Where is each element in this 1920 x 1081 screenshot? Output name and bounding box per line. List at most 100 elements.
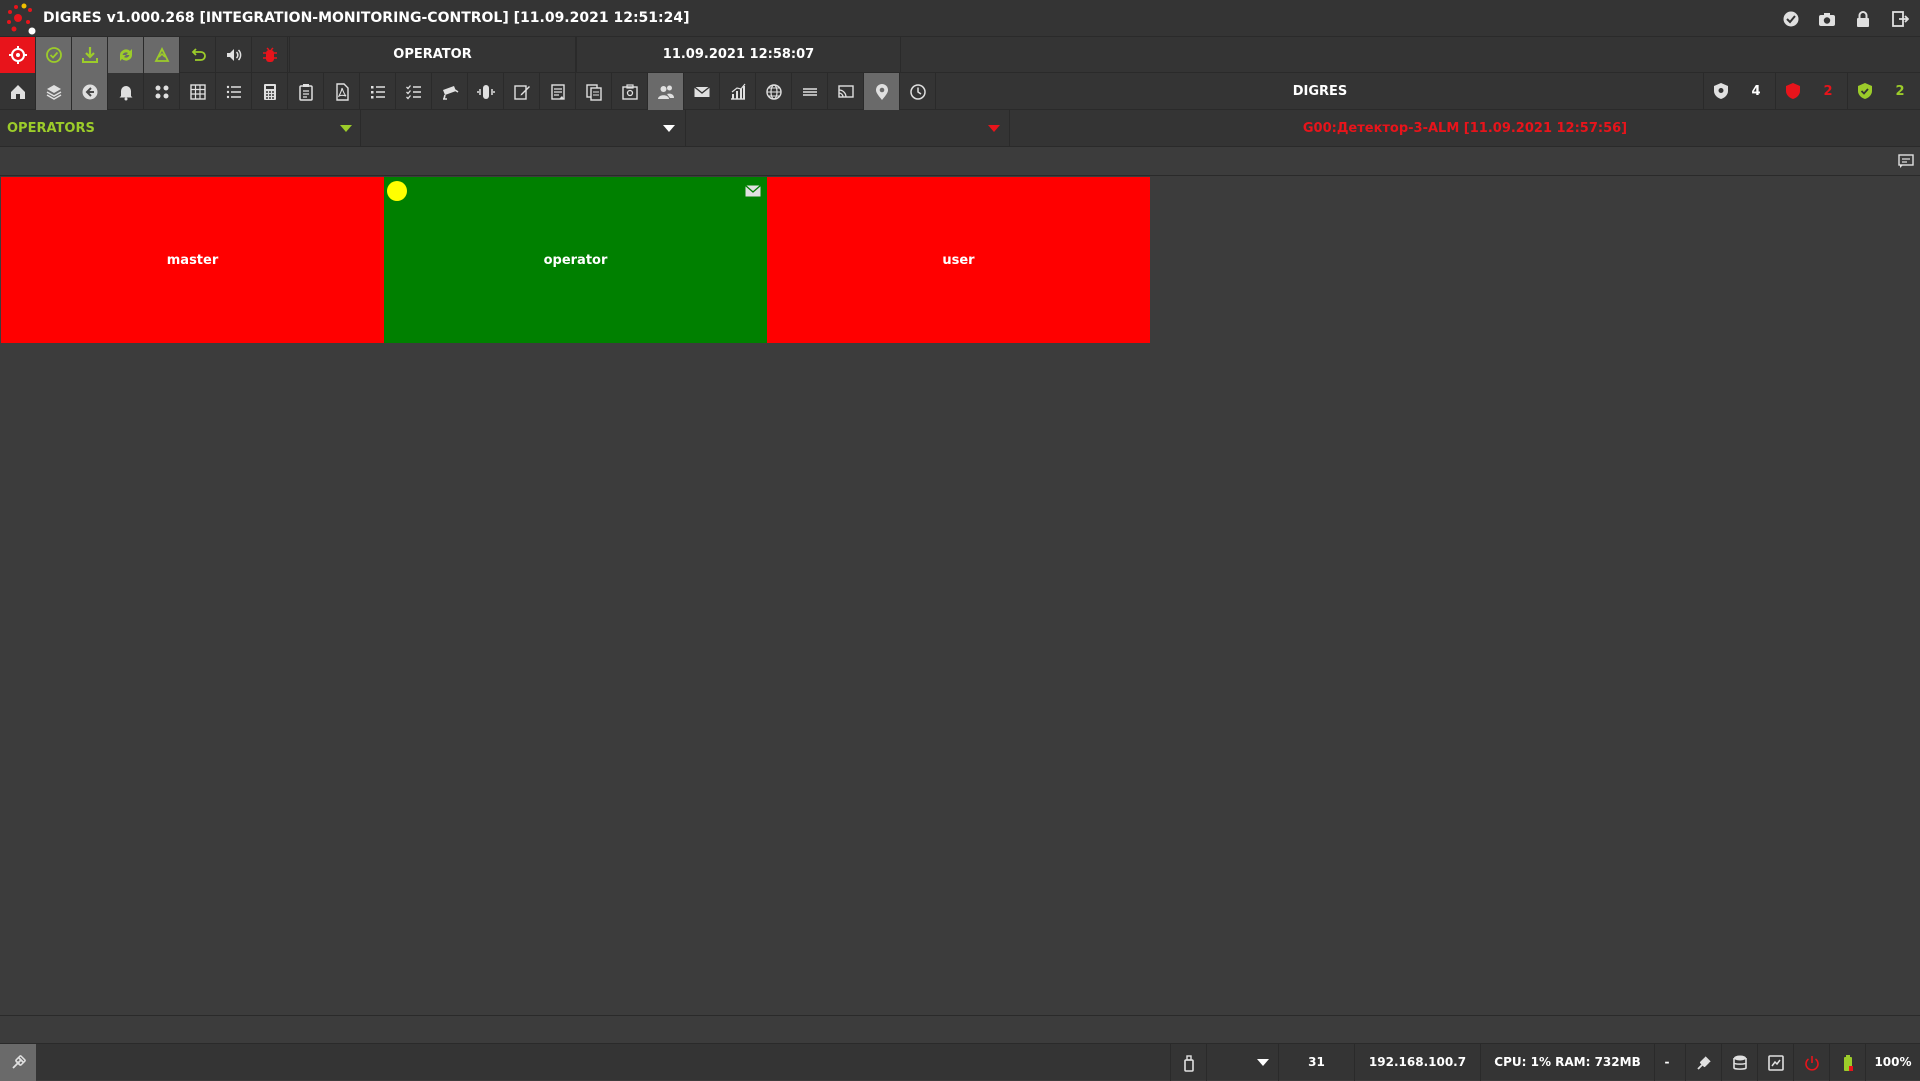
download-button[interactable] [72,37,108,73]
cast-button[interactable] [828,73,864,110]
operator-tile-master[interactable]: master [1,177,384,343]
filter-bar: OPERATORS G00:Детектор-3-ALM [11.09.2021… [0,110,1920,147]
operator-tile-operator[interactable]: operator [384,177,767,343]
status-dot-icon [387,181,407,201]
grid-dots-button[interactable] [144,73,180,110]
sound-button[interactable] [216,37,252,73]
display-button[interactable] [1757,1044,1793,1081]
target-button[interactable] [0,37,36,73]
camera-cctv-button[interactable] [432,73,468,110]
lines-button[interactable] [792,73,828,110]
counter-total[interactable]: 4 [1703,73,1775,110]
connection-button[interactable] [1685,1044,1721,1081]
globe-icon [765,83,782,100]
map-pin-button[interactable] [864,73,900,110]
edit-button[interactable] [504,73,540,110]
monitor-icon [1767,1054,1784,1071]
recycle-button[interactable] [144,37,180,73]
clock-button[interactable] [900,73,936,110]
last-alarm-message[interactable]: G00:Детектор-3-ALM [11.09.2021 12:57:56] [1010,110,1920,147]
target-icon [8,46,27,64]
operator-tile-name: user [942,252,975,268]
logout-icon[interactable] [1891,10,1910,28]
operator-tile-user[interactable]: user [767,177,1150,343]
chevron-down-icon [663,125,675,132]
database-button[interactable] [1721,1044,1757,1081]
bullet-list-icon [370,85,385,98]
shield-icon [1714,83,1728,99]
shield-alert-icon [1786,83,1800,99]
statusbar-dropdown[interactable] [1206,1044,1278,1081]
operator-tile-name: master [166,252,219,268]
grid-dots-icon [155,85,168,98]
power-icon [1804,1055,1819,1071]
audio-button[interactable] [468,73,504,110]
power-button[interactable] [1793,1044,1829,1081]
plugin-button[interactable] [0,1044,36,1081]
screenshot-icon [621,83,638,100]
bug-button[interactable] [252,37,288,73]
third-dropdown[interactable] [686,110,1010,147]
lock-icon[interactable] [1854,10,1872,28]
usb-icon [1183,1054,1194,1072]
chevron-down-icon [1257,1059,1269,1066]
edit-icon [513,84,530,100]
check-circle-icon[interactable] [1782,10,1800,28]
copy-button[interactable] [576,73,612,110]
table-icon [189,83,206,100]
acknowledge-button[interactable] [36,37,72,73]
current-datetime: 11.09.2021 12:58:07 [576,37,901,73]
content-header-bar [0,147,1920,176]
table-button[interactable] [180,73,216,110]
bullet-list-button[interactable] [360,73,396,110]
pdf-button[interactable] [324,73,360,110]
undo-icon [191,48,206,61]
mail-button[interactable] [684,73,720,110]
device-button[interactable] [1170,1044,1206,1081]
counter-ok[interactable]: 2 [1847,73,1920,110]
cast-icon[interactable] [1898,153,1914,169]
chart-button[interactable] [720,73,756,110]
back-icon [82,84,97,99]
document-button[interactable] [540,73,576,110]
bell-button[interactable] [108,73,144,110]
mail-icon[interactable] [745,185,761,197]
clipboard-button[interactable] [288,73,324,110]
mail-icon [693,85,710,97]
screenshot-button[interactable] [612,73,648,110]
main-toolbar: OPERATOR 11.09.2021 12:58:07 [0,37,1920,73]
home-button[interactable] [0,73,36,110]
back-button[interactable] [72,73,108,110]
clock-icon [909,83,926,100]
user-label: OPERATOR [289,37,576,73]
status-bar: 31 192.168.100.7 CPU: 1% RAM: 732MB - 10… [0,1043,1920,1081]
recycle-icon [154,46,169,62]
calculator-button[interactable] [252,73,288,110]
list-icon [226,85,241,98]
title-bar: DIGRES v1.000.268 [INTEGRATION-MONITORIN… [0,0,1920,37]
battery-icon [1843,1054,1853,1071]
group-dropdown[interactable]: OPERATORS [0,110,361,147]
document-icon [550,83,565,100]
counter-alarm[interactable]: 2 [1775,73,1847,110]
bell-icon [119,85,132,100]
undo-button[interactable] [180,37,216,73]
chevron-down-icon [340,125,352,132]
globe-button[interactable] [756,73,792,110]
resource-usage: CPU: 1% RAM: 732MB [1480,1044,1654,1081]
map-pin-icon [875,83,888,100]
second-dropdown[interactable] [361,110,686,147]
operator-tile-name: operator [543,252,608,268]
users-button[interactable] [648,73,684,110]
sync-button[interactable] [108,37,144,73]
chart-icon [730,83,745,100]
layers-button[interactable] [36,73,72,110]
counter-total-value: 4 [1751,84,1761,99]
camera-icon[interactable] [1818,10,1836,28]
checklist-button[interactable] [396,73,432,110]
zoom-level[interactable]: 100% [1865,1044,1920,1081]
calculator-icon [263,83,276,100]
camera-cctv-icon [442,85,458,100]
checklist-icon [405,84,421,99]
list-button[interactable] [216,73,252,110]
